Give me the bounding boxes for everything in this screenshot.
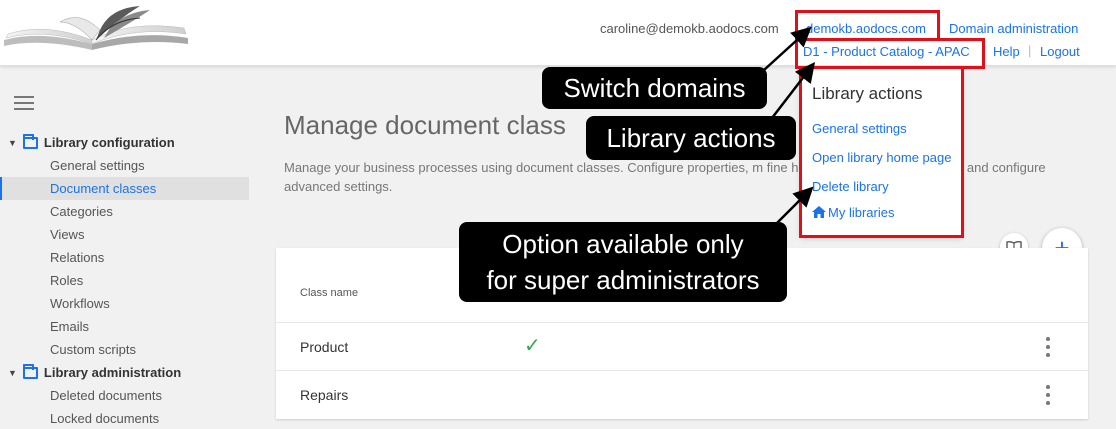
arrow-switch-domains xyxy=(763,26,812,71)
callout-super-admin-option: Option available only for super administ… xyxy=(459,222,787,302)
callout-line: for super administrators xyxy=(486,265,760,295)
callout-line: Option available only xyxy=(502,229,744,259)
callout-switch-domains: Switch domains xyxy=(542,67,767,109)
annotation-arrows xyxy=(759,26,816,241)
callout-library-actions: Library actions xyxy=(586,116,796,160)
arrow-library-actions xyxy=(771,62,816,119)
